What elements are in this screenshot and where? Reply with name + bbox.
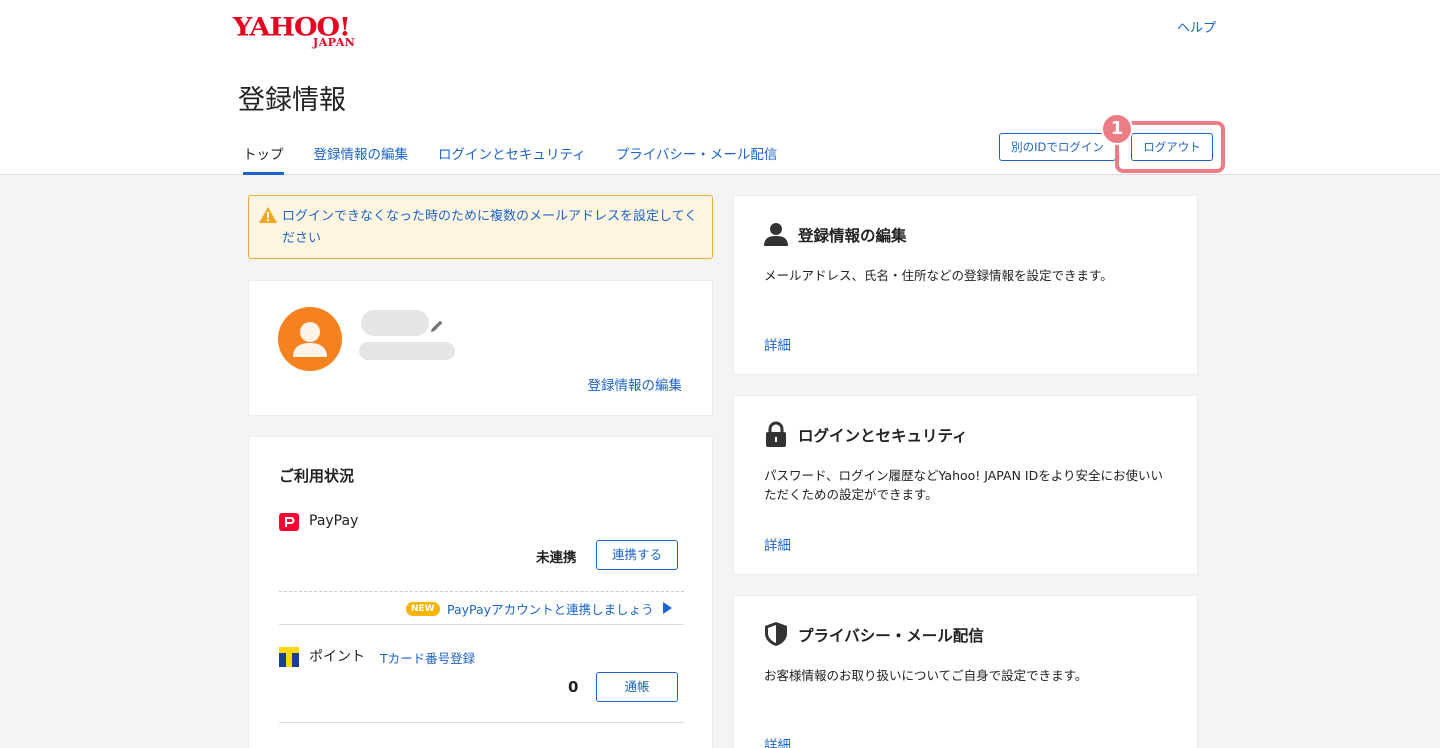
lock-icon (766, 421, 786, 447)
profile-edit-link[interactable]: 登録情報の編集 (588, 374, 683, 394)
section-description: メールアドレス、氏名・住所などの登録情報を設定できます。 (764, 268, 1113, 283)
paypay-label: PayPay (309, 513, 359, 529)
logo-sub-text: JAPAN (313, 36, 356, 49)
divider (279, 722, 684, 723)
section-card-login-security: ログインとセキュリティ パスワード、ログイン履歴などYahoo! JAPAN I… (733, 395, 1198, 575)
usage-title: ご利用状況 (279, 467, 355, 485)
user-id-placeholder (359, 342, 455, 360)
paypay-link-status: 未連携 (536, 550, 577, 566)
tab-bar: トップ 登録情報の編集 ログインとセキュリティ プライバシー・メール配信 (243, 146, 807, 175)
person-silhouette-icon (293, 322, 327, 357)
section-title: 登録情報の編集 (798, 227, 907, 245)
paypay-connect-button[interactable]: 連携する (596, 540, 678, 570)
login-with-other-id-button[interactable]: 別のIDでログイン (999, 133, 1116, 161)
person-icon (764, 223, 788, 246)
section-card-edit-info: 登録情報の編集 メールアドレス、氏名・住所などの登録情報を設定できます。 詳細 (733, 195, 1198, 375)
divider (279, 624, 684, 625)
play-arrow-icon[interactable] (663, 602, 672, 614)
tcard-register-link[interactable]: Tカード番号登録 (380, 648, 475, 667)
help-link[interactable]: ヘルプ (1177, 17, 1216, 36)
dotted-divider (279, 591, 684, 592)
section-title: プライバシー・メール配信 (798, 627, 984, 645)
tpoint-logo-icon (279, 647, 299, 667)
section-description: お客様情報のお取り扱いについてご自身で設定できます。 (764, 668, 1088, 683)
section-description: パスワード、ログイン履歴などYahoo! JAPAN IDをより安全にお使いいた… (764, 468, 1163, 502)
page-header: YAHOO! JAPAN ヘルプ 登録情報 トップ 登録情報の編集 ログインとセ… (0, 0, 1440, 175)
points-passbook-button[interactable]: 通帳 (596, 672, 678, 702)
pencil-icon[interactable] (429, 318, 445, 334)
step-number-badge: 1 (1101, 113, 1133, 145)
warning-banner[interactable]: ログインできなくなった時のために複数のメールアドレスを設定してください (248, 195, 713, 259)
section-title: ログインとセキュリティ (798, 427, 968, 445)
page-title: 登録情報 (238, 85, 346, 116)
avatar (278, 307, 342, 371)
tab-top[interactable]: トップ (243, 146, 284, 175)
shield-icon (765, 622, 787, 646)
warning-text: ログインできなくなった時のために複数のメールアドレスを設定してください (282, 209, 698, 246)
paypay-logo-icon (279, 513, 299, 531)
logout-button[interactable]: ログアウト (1131, 133, 1213, 161)
usage-status-card: ご利用状況 PayPay 未連携 連携する NEW PayPayアカウントと連携… (248, 436, 713, 748)
points-label: ポイント (309, 649, 365, 665)
profile-card: 登録情報の編集 (248, 280, 713, 416)
section-detail-link[interactable]: 詳細 (764, 734, 791, 748)
tab-privacy-mail[interactable]: プライバシー・メール配信 (616, 146, 778, 175)
section-card-privacy-mail: プライバシー・メール配信 お客様情報のお取り扱いについてご自身で設定できます。 … (733, 595, 1198, 748)
paypay-promo-link[interactable]: PayPayアカウントと連携しましょう (447, 599, 654, 618)
tab-edit-info[interactable]: 登録情報の編集 (314, 146, 409, 175)
tab-login-security[interactable]: ログインとセキュリティ (438, 146, 586, 175)
section-detail-link[interactable]: 詳細 (764, 334, 791, 354)
username-placeholder (361, 310, 429, 336)
new-badge: NEW (406, 602, 440, 616)
yahoo-japan-logo[interactable]: YAHOO! JAPAN (233, 12, 373, 50)
section-detail-link[interactable]: 詳細 (764, 534, 791, 554)
points-value: 0 (568, 678, 579, 696)
warning-icon (259, 207, 277, 223)
